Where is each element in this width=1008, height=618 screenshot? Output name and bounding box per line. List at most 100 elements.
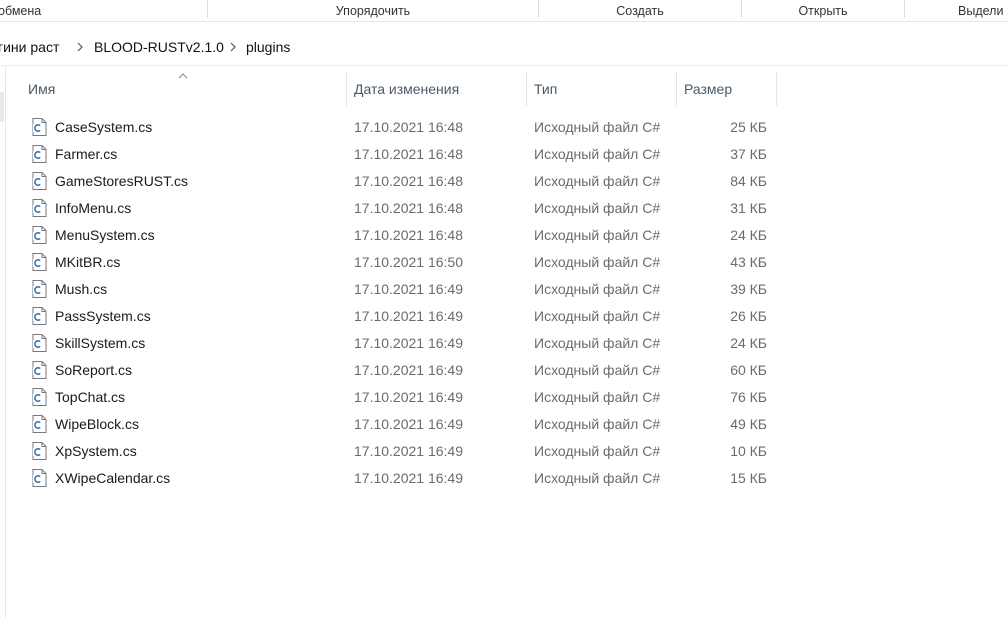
file-type: Исходный файл C# xyxy=(534,146,661,162)
file-type: Исходный файл C# xyxy=(534,281,661,297)
file-name: MKitBR.cs xyxy=(55,254,121,270)
file-row[interactable]: PassSystem.cs 17.10.2021 16:49 Исходный фа… xyxy=(0,303,1008,330)
file-date: 17.10.2021 16:49 xyxy=(354,308,463,324)
file-name: XpSystem.cs xyxy=(55,443,137,459)
file-name: WipeBlock.cs xyxy=(55,416,140,432)
file-size: 43 КБ xyxy=(730,254,767,270)
file-type: Исходный файл C# xyxy=(534,335,661,351)
column-header-size[interactable]: Размер xyxy=(676,72,776,106)
csharp-file-icon xyxy=(32,334,47,352)
file-type: Исходный файл C# xyxy=(534,362,661,378)
csharp-file-icon xyxy=(32,361,47,379)
file-size: 60 КБ xyxy=(730,362,767,378)
csharp-file-icon xyxy=(32,280,47,298)
file-size: 49 КБ xyxy=(730,416,767,432)
file-type: Исходный файл C# xyxy=(534,416,661,432)
file-row[interactable]: MenuSystem.cs 17.10.2021 16:48 Исходный фа… xyxy=(0,222,1008,249)
file-size: 84 КБ xyxy=(730,173,767,189)
file-row[interactable]: InfoMenu.cs 17.10.2021 16:48 Исходный файл… xyxy=(0,195,1008,222)
file-type: Исходный файл C# xyxy=(534,173,661,189)
file-row[interactable]: SkillSystem.cs 17.10.2021 16:49 Исходный ф… xyxy=(0,330,1008,357)
file-row[interactable]: CaseSystem.cs 17.10.2021 16:48 Исходный фа… xyxy=(0,114,1008,141)
file-date: 17.10.2021 16:48 xyxy=(354,146,463,162)
file-size: 31 КБ xyxy=(730,200,767,216)
file-type: Исходный файл C# xyxy=(534,470,661,486)
file-size: 76 КБ xyxy=(730,389,767,405)
file-name: XWipeCalendar.cs xyxy=(55,470,171,486)
csharp-file-icon xyxy=(32,145,47,163)
file-date: 17.10.2021 16:48 xyxy=(354,200,463,216)
file-type: Исходный файл C# xyxy=(534,119,661,135)
csharp-file-icon xyxy=(32,388,47,406)
ribbon-divider xyxy=(904,0,905,18)
file-row[interactable]: Mush.cs 17.10.2021 16:49 Исходный файл C# 3… xyxy=(0,276,1008,303)
file-date: 17.10.2021 16:49 xyxy=(354,335,463,351)
file-name: GameStoresRUST.cs xyxy=(55,173,189,189)
file-name: InfoMenu.cs xyxy=(55,200,132,216)
file-name: SoReport.cs xyxy=(55,362,133,378)
file-type: Исходный файл C# xyxy=(534,443,661,459)
file-row[interactable]: XWipeCalendar.cs 17.10.2021 16:49 Исходный… xyxy=(0,465,1008,492)
file-row[interactable]: Farmer.cs 17.10.2021 16:48 Исходный файл C… xyxy=(0,141,1008,168)
file-date: 17.10.2021 16:49 xyxy=(354,443,463,459)
file-type: Исходный файл C# xyxy=(534,200,661,216)
ribbon-group-organize[interactable]: Упорядочить xyxy=(208,0,538,22)
file-row[interactable]: GameStoresRUST.cs 17.10.2021 16:48 Исходны… xyxy=(0,168,1008,195)
file-type: Исходный файл C# xyxy=(534,389,661,405)
file-date: 17.10.2021 16:49 xyxy=(354,281,463,297)
file-size: 37 КБ xyxy=(730,146,767,162)
csharp-file-icon xyxy=(32,415,47,433)
breadcrumb-item-current[interactable]: plugins xyxy=(246,28,290,66)
csharp-file-icon xyxy=(32,469,47,487)
file-date: 17.10.2021 16:49 xyxy=(354,470,463,486)
file-row[interactable]: XpSystem.cs 17.10.2021 16:49 Исходный файл… xyxy=(0,438,1008,465)
ribbon-group-open[interactable]: Открыть xyxy=(742,0,904,22)
file-name: CaseSystem.cs xyxy=(55,119,153,135)
ribbon: обмена Упорядочить Создать Открыть Выдел… xyxy=(0,0,1008,22)
ribbon-group-select[interactable]: Выдели xyxy=(958,0,1008,22)
csharp-file-icon xyxy=(32,199,47,217)
file-name: Farmer.cs xyxy=(55,146,118,162)
breadcrumb: гини раст BLOOD-RUSTv2.1.0 plugins xyxy=(0,28,1008,66)
file-row[interactable]: TopChat.cs 17.10.2021 16:49 Исходный файл … xyxy=(0,384,1008,411)
file-name: Mush.cs xyxy=(55,281,108,297)
file-size: 10 КБ xyxy=(730,443,767,459)
csharp-file-icon xyxy=(32,442,47,460)
file-type: Исходный файл C# xyxy=(534,308,661,324)
file-row[interactable]: SoReport.cs 17.10.2021 16:49 Исходный файл… xyxy=(0,357,1008,384)
file-size: 39 КБ xyxy=(730,281,767,297)
file-size: 26 КБ xyxy=(730,308,767,324)
ribbon-group-new[interactable]: Создать xyxy=(539,0,741,22)
column-headers: Имя Дата изменения Тип Размер xyxy=(0,72,1008,106)
chevron-right-icon[interactable] xyxy=(76,28,84,66)
chevron-right-icon[interactable] xyxy=(229,28,237,66)
file-size: 15 КБ xyxy=(730,470,767,486)
column-header-date[interactable]: Дата изменения xyxy=(346,72,526,106)
column-divider[interactable] xyxy=(776,72,777,106)
file-date: 17.10.2021 16:48 xyxy=(354,119,463,135)
file-date: 17.10.2021 16:49 xyxy=(354,416,463,432)
ribbon-group-clipboard[interactable]: обмена xyxy=(0,0,48,22)
breadcrumb-item-parent[interactable]: гини раст xyxy=(0,28,59,66)
file-date: 17.10.2021 16:49 xyxy=(354,389,463,405)
file-name: MenuSystem.cs xyxy=(55,227,155,243)
csharp-file-icon xyxy=(32,226,47,244)
file-row[interactable]: MKitBR.cs 17.10.2021 16:50 Исходный файл C… xyxy=(0,249,1008,276)
breadcrumb-item-blood-rust[interactable]: BLOOD-RUSTv2.1.0 xyxy=(94,28,224,66)
file-date: 17.10.2021 16:48 xyxy=(354,227,463,243)
file-name: PassSystem.cs xyxy=(55,308,151,324)
csharp-file-icon xyxy=(32,172,47,190)
file-size: 24 КБ xyxy=(730,227,767,243)
file-size: 24 КБ xyxy=(730,335,767,351)
file-type: Исходный файл C# xyxy=(534,254,661,270)
file-name: SkillSystem.cs xyxy=(55,335,146,351)
csharp-file-icon xyxy=(32,307,47,325)
file-type: Исходный файл C# xyxy=(534,227,661,243)
file-date: 17.10.2021 16:50 xyxy=(354,254,463,270)
file-name: TopChat.cs xyxy=(55,389,126,405)
column-header-type[interactable]: Тип xyxy=(526,72,676,106)
file-size: 25 КБ xyxy=(730,119,767,135)
file-row[interactable]: WipeBlock.cs 17.10.2021 16:49 Исходный фай… xyxy=(0,411,1008,438)
column-header-name[interactable]: Имя xyxy=(20,72,346,106)
csharp-file-icon xyxy=(32,253,47,271)
